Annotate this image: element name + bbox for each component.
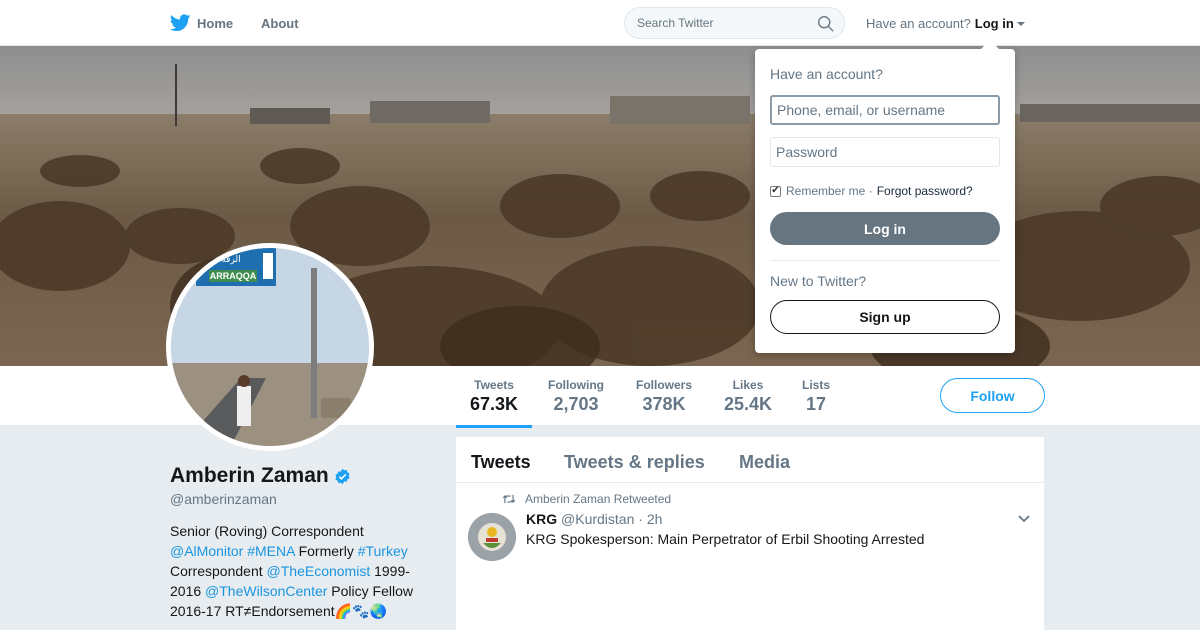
nav-home-label: Home [197,15,234,31]
stat-followers[interactable]: Followers 378K [636,378,692,415]
username-field[interactable]: Phone, email, or username [770,95,1000,125]
remember-me-label[interactable]: Remember me · [786,184,873,198]
profile-name-text: Amberin Zaman [170,464,329,487]
avatar-sign-text: ARRAQQA [210,271,257,281]
twitter-bird-icon [170,14,191,32]
tab-tweets[interactable]: Tweets [471,452,531,473]
stat-lists[interactable]: Lists 17 [802,378,830,415]
bio-hashtag-turkey[interactable]: #Turkey [358,543,408,559]
retweet-context: Amberin Zaman Retweeted [502,492,671,506]
stat-label: Lists [802,378,831,392]
stat-label: Following [548,378,604,392]
remember-me-checkbox[interactable]: ✔ [770,185,781,197]
login-toggle[interactable]: Log in [975,16,1014,31]
retweet-icon [502,494,516,504]
krg-emblem-image [468,513,516,561]
top-navigation: Home About Search Twitter Have an accoun… [0,0,1200,46]
nav-home-link[interactable]: Home [170,0,233,46]
stat-value: 25.4K [724,394,773,414]
profile-handle[interactable]: @amberinzaman [170,491,277,507]
timeline: Tweets Tweets & replies Media Amberin Za… [456,437,1044,630]
bio-link-wilsoncenter[interactable]: @TheWilsonCenter [205,583,327,599]
retweet-context-text: Amberin Zaman Retweeted [525,492,672,506]
have-account-text: Have an account? [866,15,971,31]
tab-media[interactable]: Media [739,452,790,473]
stat-value: 17 [805,394,827,414]
bio-text: Correspondent [170,563,267,579]
login-prompt: Have an account? Log in [866,0,1025,46]
login-dropdown: Have an account? Phone, email, or userna… [755,40,1015,353]
bio-text: Senior (Roving) Correspondent [170,523,364,539]
stat-label: Tweets [474,378,514,392]
stat-value: 2,703 [553,394,599,414]
search-input[interactable]: Search Twitter [624,7,845,39]
stat-label: Likes [732,378,764,392]
avatar-sign-arabic: الرقة [221,255,240,265]
new-to-twitter-text: New to Twitter? [770,273,867,289]
stat-likes[interactable]: Likes 25.4K [724,378,772,415]
bio-link-almonitor[interactable]: @AlMonitor [170,543,243,559]
nav-about-link[interactable]: About [261,0,299,46]
signup-button[interactable]: Sign up [770,300,1000,334]
stat-value: 378K [642,394,686,414]
search-placeholder: Search Twitter [637,16,714,30]
bio-text: Formerly [294,543,358,559]
password-field[interactable]: Password [770,137,1000,167]
tweet-author-avatar[interactable] [468,513,516,561]
tweet-text: KRG Spokesperson: Main Perpetrator of Er… [526,531,925,547]
follow-button[interactable]: Follow [940,378,1045,413]
timeline-tabs: Tweets Tweets & replies Media [456,437,1044,483]
profile-name[interactable]: Amberin Zaman [170,464,351,488]
chevron-down-icon[interactable] [1018,515,1030,523]
tweet-header: KRG @Kurdistan · 2h [526,511,662,527]
search-icon[interactable] [817,15,834,32]
stat-value: 67.3K [470,394,519,414]
stat-tweets[interactable]: Tweets 67.3K [455,378,533,428]
tweet-author-name[interactable]: KRG [526,511,557,527]
tweet-author-handle[interactable]: @Kurdistan [561,511,634,527]
tab-tweets-and-replies[interactable]: Tweets & replies [564,452,705,473]
login-button[interactable]: Log in [770,212,1000,245]
forgot-password-link[interactable]: Forgot password? [877,184,973,198]
dropdown-title: Have an account? [770,66,883,82]
stat-label: Followers [636,378,693,392]
remember-me-row: ✔ Remember me · Forgot password? [770,184,973,198]
tweet-time[interactable]: · 2h [638,511,662,527]
tweet[interactable]: Amberin Zaman Retweeted KRG @Kurdistan ·… [456,483,1044,630]
stat-following[interactable]: Following 2,703 [548,378,604,415]
divider [770,260,1000,261]
avatar[interactable]: ARRAQQA الرقة [166,243,374,451]
profile-bio: Senior (Roving) Correspondent @AlMonitor… [170,521,430,621]
caret-down-icon[interactable] [1016,22,1025,26]
bio-link-economist[interactable]: @TheEconomist [267,563,371,579]
avatar-image: ARRAQQA الرقة [171,248,369,446]
bio-hashtag-mena[interactable]: #MENA [247,543,294,559]
verified-badge-icon [335,468,350,484]
